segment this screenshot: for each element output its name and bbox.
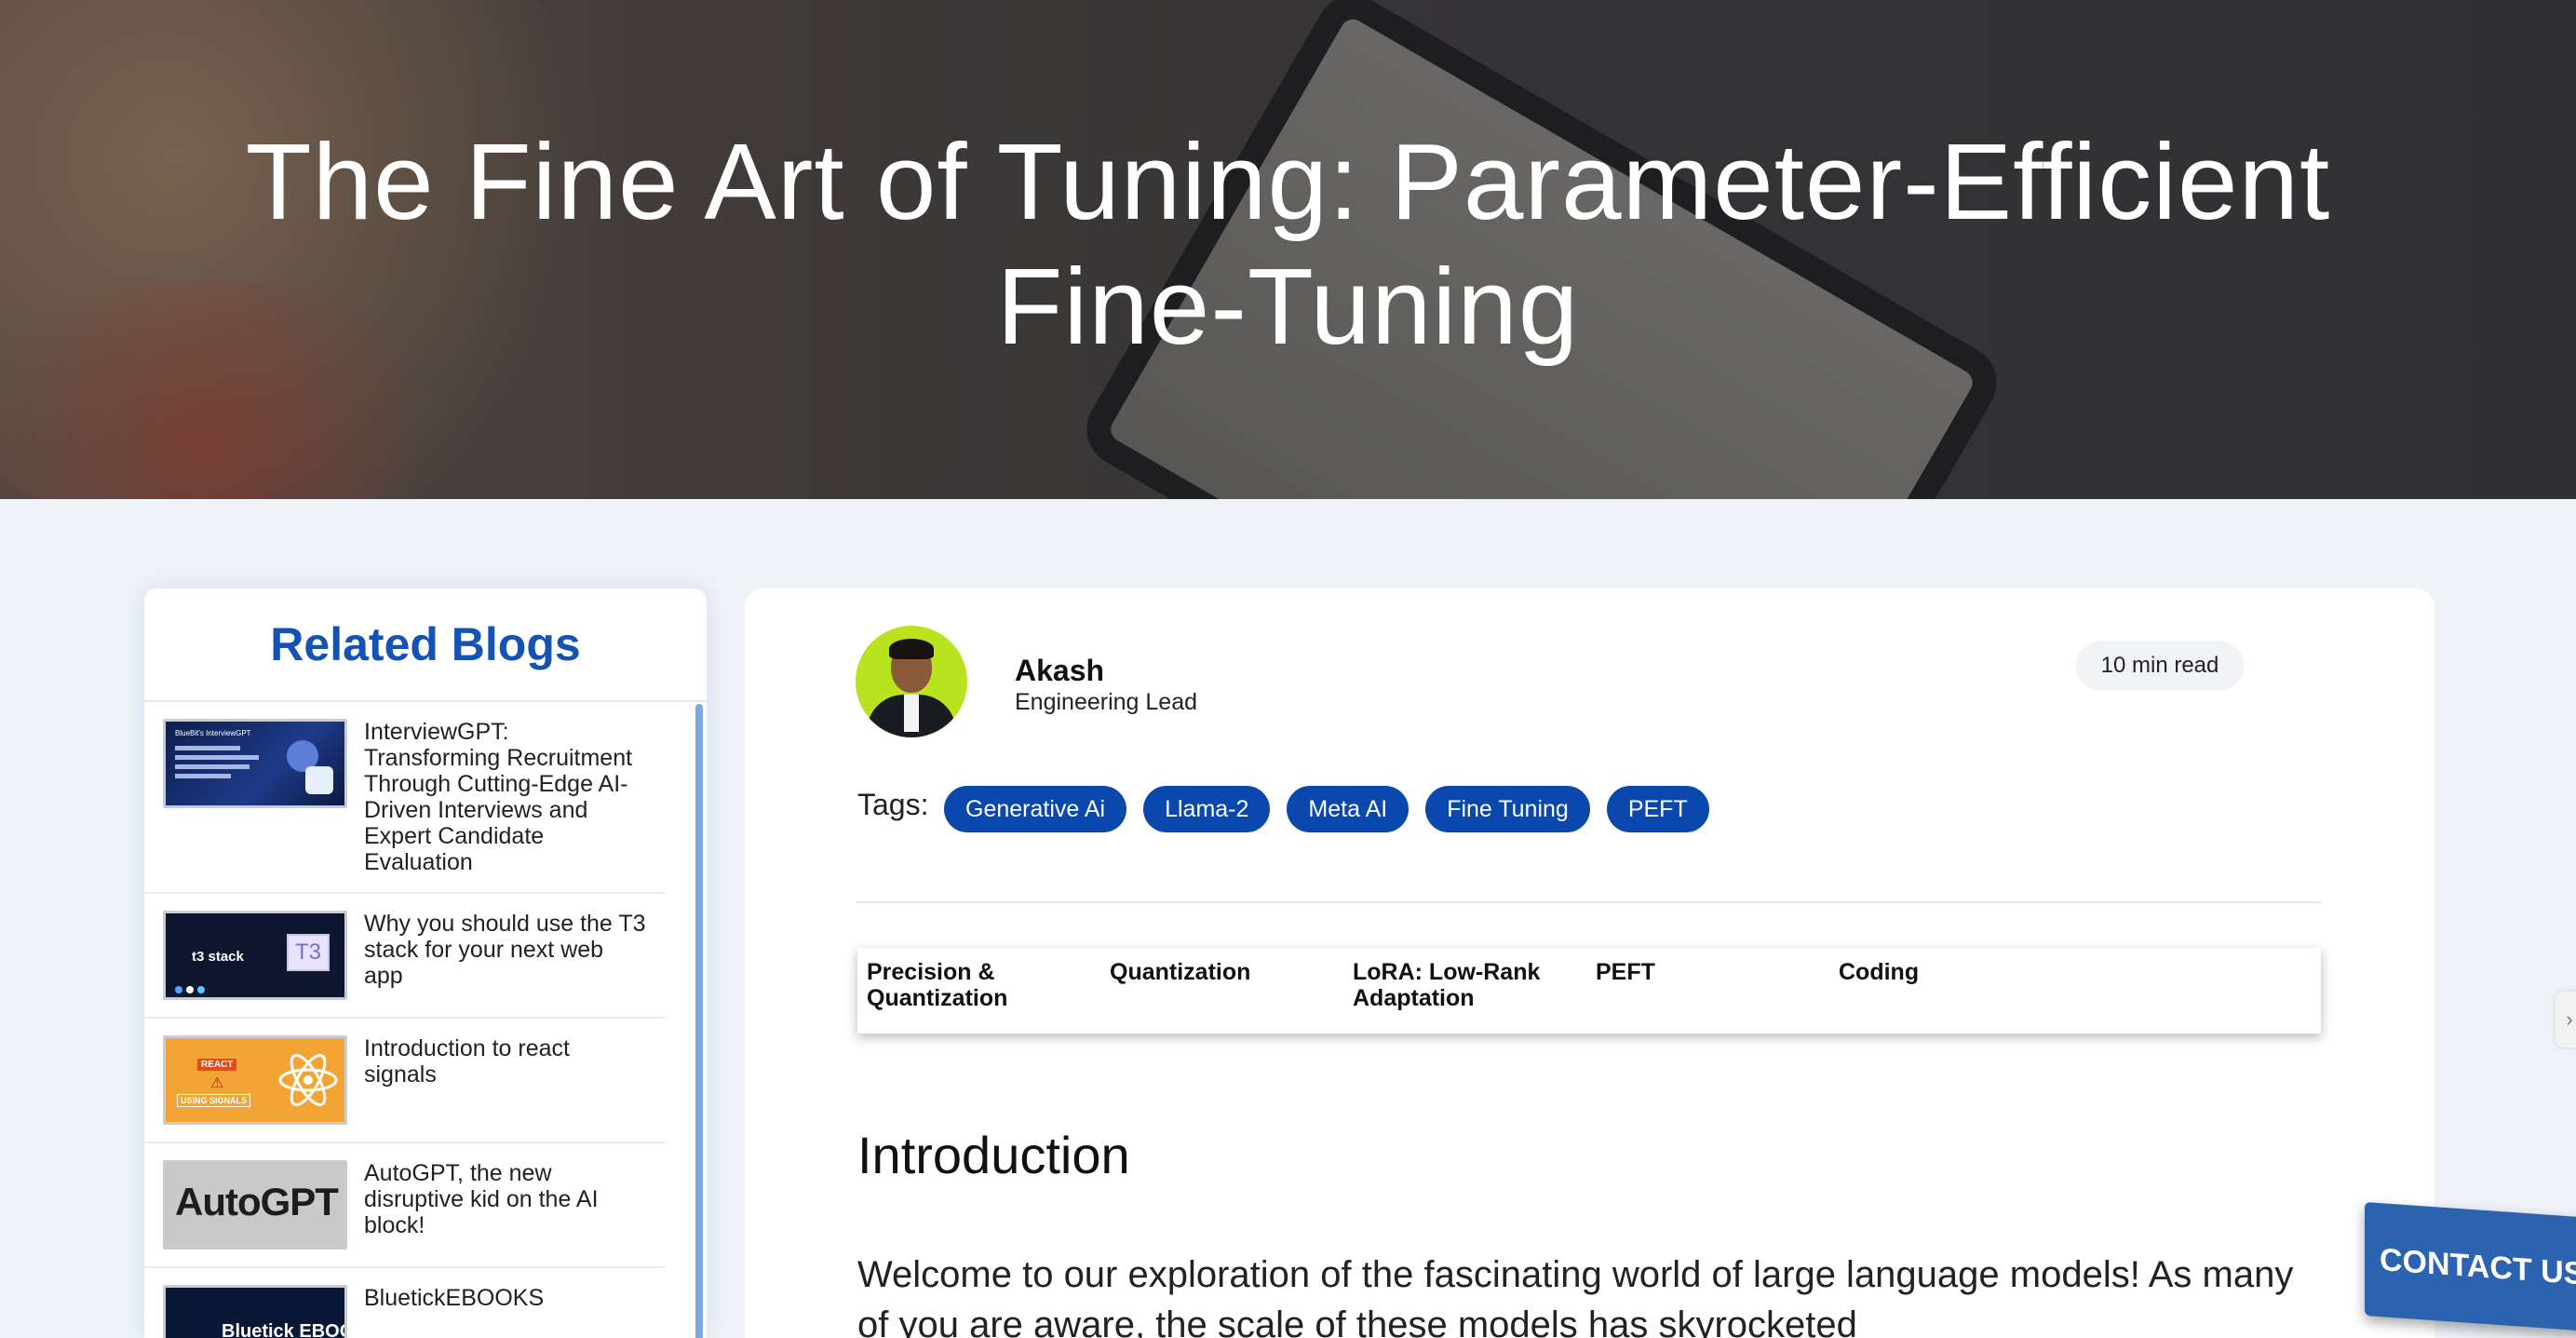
blog-thumbnail[interactable]: AutoGPT — [163, 1160, 347, 1250]
tag-peft[interactable]: PEFT — [1606, 786, 1709, 832]
related-blog-item[interactable]: t3 stack T3 Why you should use the T3 st… — [144, 894, 666, 1019]
chevron-right-icon: › — [2566, 1007, 2573, 1031]
contact-us-button[interactable]: CONTACT US — [2365, 1201, 2576, 1333]
tags-label: Tags: — [857, 788, 929, 821]
blog-thumbnail[interactable]: REACT ⚠ USING SIGNALS — [163, 1035, 347, 1125]
blog-thumbnail[interactable]: Bluetick EBOOK — [163, 1285, 347, 1338]
read-time-badge: 10 min read — [2076, 641, 2244, 691]
related-blog-title[interactable]: AutoGPT, the new disruptive kid on the A… — [364, 1160, 647, 1238]
blog-thumbnail[interactable]: t3 stack T3 — [163, 911, 347, 1000]
tag-list: Generative Ai Llama-2 Meta AI Fine Tunin… — [944, 786, 1709, 832]
toc-item-precision-quantization[interactable]: Precision & Quantization — [857, 948, 1100, 1034]
toc-item-coding[interactable]: Coding — [1829, 948, 2072, 1034]
thumbnail-text: AutoGPT — [175, 1180, 339, 1223]
related-blogs-title: Related Blogs — [144, 588, 707, 702]
tag-fine-tuning[interactable]: Fine Tuning — [1425, 786, 1590, 832]
section-heading: Introduction — [857, 1126, 1130, 1184]
page-title: The Fine Art of Tuning: Parameter-Effici… — [245, 121, 2331, 367]
thumbnail-subtext: USING SIGNALS — [177, 1094, 251, 1107]
sidebar-scrollbar[interactable] — [695, 704, 703, 1338]
react-logo-icon — [278, 1053, 338, 1107]
related-blog-item[interactable]: BlueBit's InterviewGPT InterviewGPT: Tra… — [144, 702, 666, 894]
tag-llama-2[interactable]: Llama-2 — [1143, 786, 1271, 832]
thumbnail-text: t3 stack — [192, 949, 244, 965]
thumbnail-text: REACT — [197, 1059, 237, 1071]
thumbnail-text: Bluetick EBOOK — [222, 1321, 344, 1338]
author-role: Engineering Lead — [1015, 689, 1197, 715]
toc-item-quantization[interactable]: Quantization — [1100, 948, 1343, 1034]
article-card: Akash Engineering Lead 10 min read Tags:… — [745, 588, 2434, 1338]
related-blog-title[interactable]: InterviewGPT: Transforming Recruitment T… — [364, 719, 647, 875]
thumbnail-text: BlueBit's InterviewGPT — [175, 729, 251, 737]
t3-logo: T3 — [287, 934, 330, 971]
hero-banner: The Fine Art of Tuning: Parameter-Effici… — [0, 0, 2576, 499]
related-blog-title[interactable]: BluetickEBOOKS — [364, 1285, 544, 1311]
author-avatar[interactable] — [856, 626, 967, 737]
author-name[interactable]: Akash — [1015, 654, 1104, 688]
section-divider — [856, 901, 2322, 903]
tag-generative-ai[interactable]: Generative Ai — [944, 786, 1127, 832]
related-blogs-panel: Related Blogs BlueBit's InterviewGPT Int… — [144, 588, 707, 1338]
tag-meta-ai[interactable]: Meta AI — [1287, 786, 1409, 832]
related-blog-item[interactable]: Bluetick EBOOK BluetickEBOOKS — [144, 1268, 666, 1338]
blog-thumbnail[interactable]: BlueBit's InterviewGPT — [163, 719, 347, 808]
related-blog-item[interactable]: AutoGPT AutoGPT, the new disruptive kid … — [144, 1143, 666, 1268]
toc-item-lora[interactable]: LoRA: Low-Rank Adaptation — [1343, 948, 1586, 1034]
related-blog-item[interactable]: REACT ⚠ USING SIGNALS Introduction to re… — [144, 1019, 666, 1143]
toc-item-peft[interactable]: PEFT — [1586, 948, 1829, 1034]
related-blog-title[interactable]: Why you should use the T3 stack for your… — [364, 911, 647, 989]
related-blog-title[interactable]: Introduction to react signals — [364, 1035, 647, 1088]
table-of-contents: Precision & Quantization Quantization Lo… — [857, 948, 2321, 1034]
side-panel-toggle[interactable]: › — [2556, 992, 2576, 1047]
article-paragraph: Welcome to our exploration of the fascin… — [857, 1254, 2294, 1338]
warning-icon: ⚠ — [210, 1075, 224, 1091]
